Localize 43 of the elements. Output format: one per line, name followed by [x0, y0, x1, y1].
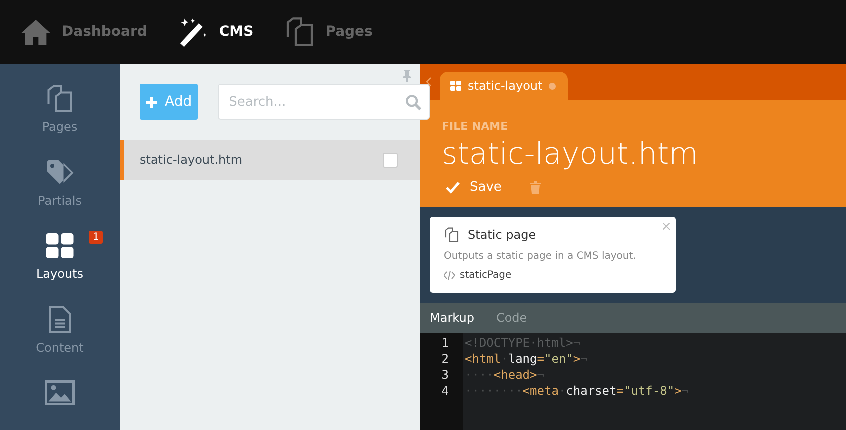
sidebar-item[interactable]: Layouts 1 — [0, 231, 120, 283]
code-line: ········<meta·charset="utf-8">¬ — [465, 383, 690, 399]
component-title: Static page — [468, 228, 536, 242]
save-button[interactable]: Save — [442, 180, 506, 195]
code-line: <!DOCTYPE·html>¬ — [465, 335, 582, 351]
count-badge: 1 — [89, 231, 104, 244]
line-number: 2 — [442, 351, 449, 367]
sidebar-item[interactable]: Pages — [0, 84, 120, 136]
file-name: static-layout.htm — [442, 137, 700, 172]
pages-icon — [444, 227, 460, 243]
chevron-left-icon[interactable] — [426, 77, 432, 87]
sidebar-item[interactable]: Partials — [0, 158, 120, 210]
pages-icon — [45, 84, 75, 114]
pin-icon[interactable] — [402, 70, 412, 82]
component-card[interactable]: Static page Outputs a static page in a CMS layout. staticPage — [430, 217, 676, 293]
line-number: 1 — [442, 335, 449, 351]
nav-link[interactable]: CMS — [177, 16, 254, 48]
add-button[interactable]: Add — [140, 84, 198, 120]
code-tab[interactable]: Markup — [430, 311, 474, 325]
plus-icon — [146, 96, 157, 108]
component-description: Outputs a static page in a CMS layout. — [444, 251, 638, 262]
nav-link[interactable]: Pages — [284, 16, 373, 48]
trash-icon[interactable] — [530, 181, 541, 194]
sidebar-item[interactable]: Content — [0, 304, 120, 356]
list-item[interactable]: static-layout.htm — [120, 140, 420, 180]
check-icon — [446, 182, 460, 194]
code-icon — [444, 271, 455, 280]
line-number: 3 — [442, 367, 449, 383]
field-label: FILE NAME — [442, 120, 510, 133]
image-icon — [45, 378, 75, 408]
close-icon[interactable] — [663, 223, 670, 230]
search-icon — [405, 94, 422, 111]
search-field[interactable]: Search... — [218, 84, 430, 120]
grid-icon — [45, 231, 75, 262]
code-line: ····<head>¬ — [465, 367, 546, 383]
line-number: 4 — [442, 383, 449, 399]
nav-link[interactable]: Dashboard — [20, 16, 148, 48]
grid-icon — [450, 80, 462, 92]
editor-tab[interactable]: static-layout — [440, 72, 568, 100]
component-alias: staticPage — [460, 270, 512, 281]
checkbox[interactable] — [383, 152, 398, 168]
code-line: <html·lang="en">¬ — [465, 351, 589, 367]
code-tab[interactable]: Code — [496, 311, 528, 325]
